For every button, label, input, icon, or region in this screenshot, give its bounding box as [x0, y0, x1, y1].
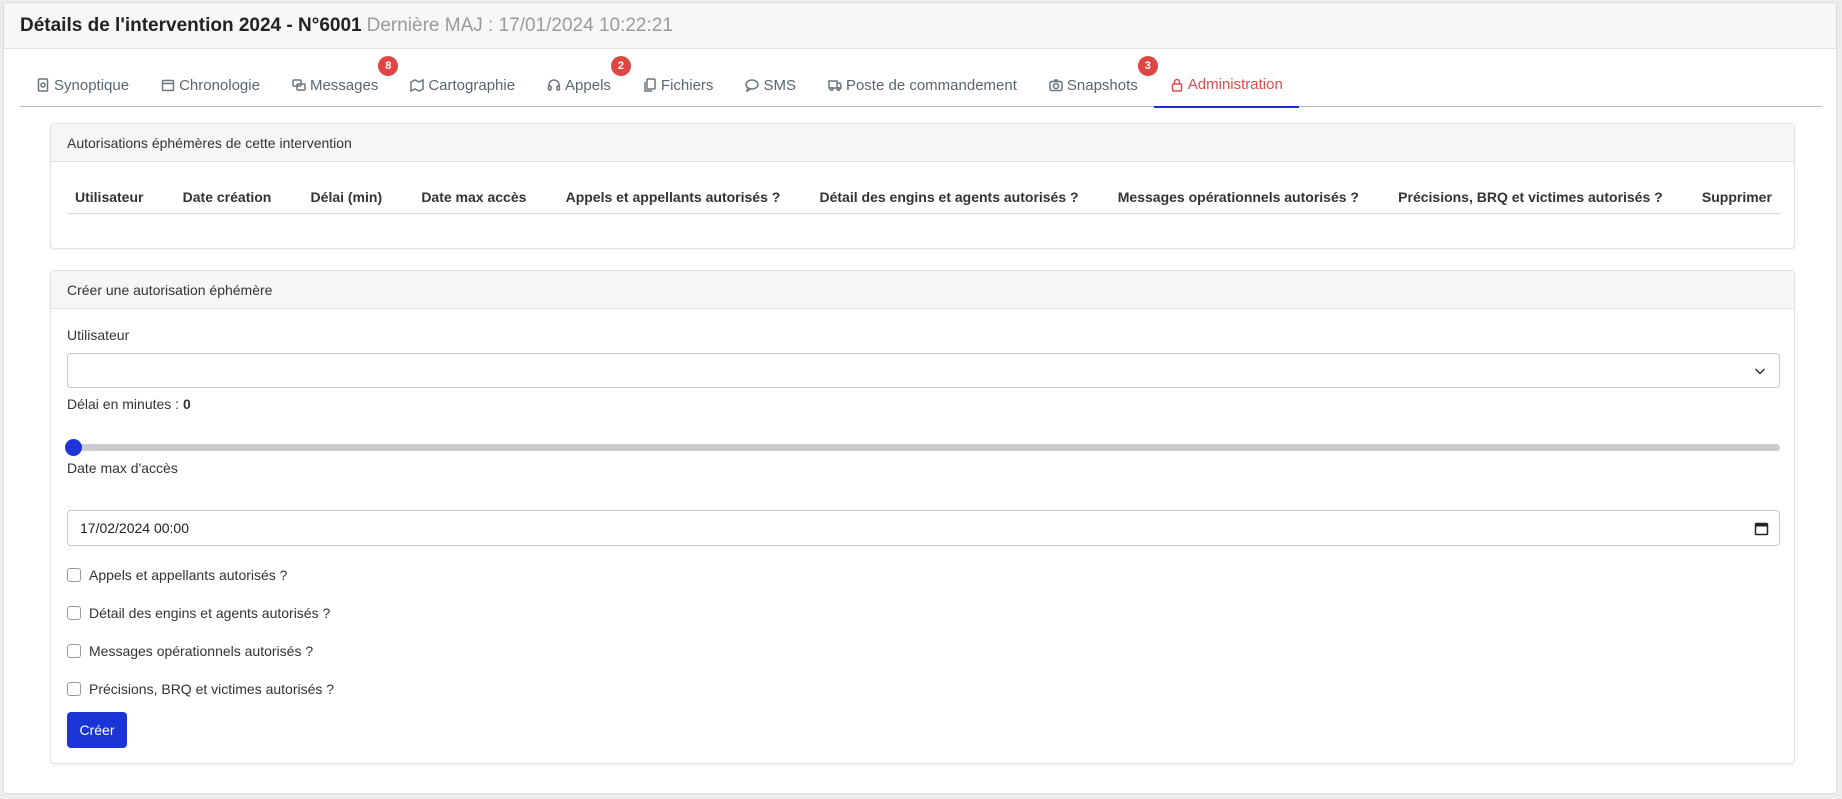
delay-slider-track[interactable]: [67, 444, 1780, 451]
date-label: Date max d'accès: [67, 460, 178, 476]
user-label: Utilisateur: [67, 327, 130, 343]
precisions-checkbox[interactable]: [67, 682, 81, 696]
column-header: Précisions, BRQ et victimes autorisés ?: [1398, 188, 1663, 205]
tab-poste-de-commandement[interactable]: Poste de commandement: [812, 63, 1033, 107]
tab-snapshots[interactable]: Snapshots 3: [1033, 56, 1158, 107]
tab-label: Chronologie: [179, 76, 260, 94]
page-header: Détails de l'intervention 2024 - N°6001 …: [4, 3, 1836, 49]
create-authorization-card: Créer une autorisation éphémère Utilisat…: [50, 270, 1795, 764]
authorizations-table-header: Utilisateur Date création Délai (min) Da…: [67, 180, 1780, 214]
checkbox-row-appels: Appels et appellants autorisés ?: [67, 567, 287, 583]
delay-label-row: Délai en minutes : 0: [67, 396, 191, 412]
card-title: Autorisations éphémères de cette interve…: [51, 124, 1794, 162]
checkbox-row-messages: Messages opérationnels autorisés ?: [67, 643, 313, 659]
tab-bar: Synoptique Chronologie Messages 8 Cartog…: [20, 56, 1822, 108]
lock-icon: [1171, 78, 1183, 92]
map-icon: [410, 78, 425, 92]
tab-label: Poste de commandement: [845, 76, 1017, 94]
sms-icon: [745, 79, 760, 92]
checkbox-label: Précisions, BRQ et victimes autorisés ?: [89, 681, 335, 697]
tab-messages[interactable]: Messages 8: [276, 56, 399, 107]
delay-value: 0: [182, 396, 191, 412]
checkbox-label: Détail des engins et agents autorisés ?: [89, 605, 331, 621]
tab-cartographie[interactable]: Cartographie: [394, 63, 531, 107]
chevron-down-icon: [1754, 368, 1766, 375]
messages-checkbox[interactable]: [67, 644, 81, 658]
date-max-value: 17/02/2024 00:00: [80, 520, 189, 536]
column-header: Supprimer: [1701, 188, 1772, 205]
column-header: Utilisateur: [75, 188, 144, 205]
files-icon: [644, 78, 656, 92]
chat-icon: [292, 79, 306, 91]
tab-label: Synoptique: [54, 76, 130, 94]
create-button[interactable]: Créer: [67, 712, 127, 748]
camera-icon: [1049, 79, 1063, 92]
tab-label: SMS: [763, 76, 796, 94]
calendar-icon: [161, 79, 175, 92]
tab-label: Snapshots: [1066, 76, 1138, 94]
checkbox-label: Messages opérationnels autorisés ?: [89, 643, 314, 659]
engins-checkbox[interactable]: [67, 606, 81, 620]
appels-checkbox[interactable]: [67, 568, 81, 582]
checkbox-row-engins: Détail des engins et agents autorisés ?: [67, 605, 330, 621]
tab-label: Cartographie: [428, 76, 516, 94]
delay-slider-thumb[interactable]: [65, 439, 82, 456]
last-update-text: Dernière MAJ : 17/01/2024 10:22:21: [366, 14, 673, 36]
tab-label: Appels: [565, 76, 611, 94]
column-header: Appels et appellants autorisés ?: [565, 188, 781, 205]
card-title: Créer une autorisation éphémère: [51, 271, 1794, 309]
authorizations-card: Autorisations éphémères de cette interve…: [50, 123, 1795, 249]
checkbox-label: Appels et appellants autorisés ?: [89, 567, 288, 583]
tab-fichiers[interactable]: Fichiers: [627, 63, 730, 107]
column-header: Date création: [182, 188, 272, 205]
tab-label: Fichiers: [660, 76, 714, 94]
column-header: Messages opérationnels autorisés ?: [1117, 188, 1359, 205]
column-header: Détail des engins et agents autorisés ?: [819, 188, 1079, 205]
tab-synoptique[interactable]: Synoptique: [20, 63, 145, 107]
headset-icon: [547, 79, 561, 91]
column-header: Délai (min): [310, 188, 383, 205]
tab-label: Administration: [1187, 76, 1283, 93]
tab-sms[interactable]: SMS: [729, 63, 812, 107]
calendar-picker-icon[interactable]: [1754, 521, 1769, 536]
column-header: Date max accès: [421, 188, 527, 205]
checkbox-row-precisions: Précisions, BRQ et victimes autorisés ?: [67, 681, 334, 697]
tab-administration[interactable]: Administration: [1153, 63, 1299, 108]
tab-appels[interactable]: Appels 2: [531, 56, 631, 107]
tab-chronologie[interactable]: Chronologie: [145, 63, 276, 107]
file-icon: [37, 78, 49, 92]
user-select[interactable]: [67, 353, 1780, 388]
truck-icon: [828, 80, 842, 92]
tab-label: Messages: [309, 76, 379, 94]
date-max-input[interactable]: 17/02/2024 00:00: [67, 510, 1780, 546]
page-title: Détails de l'intervention 2024 - N°6001: [20, 14, 362, 36]
intervention-details-page: Détails de l'intervention 2024 - N°6001 …: [3, 2, 1837, 794]
delay-label: Délai en minutes :: [67, 396, 180, 412]
